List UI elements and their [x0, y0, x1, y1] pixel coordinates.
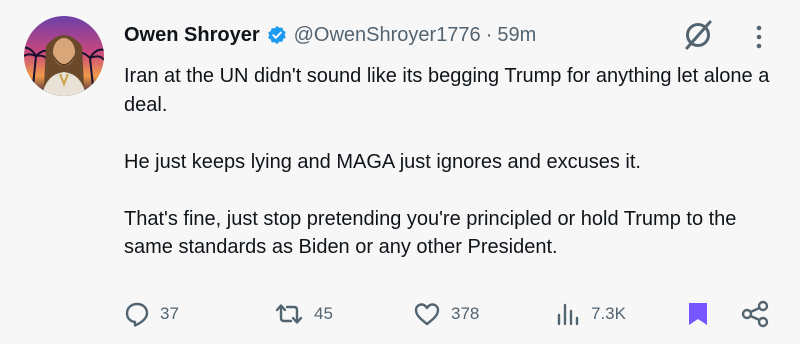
repost-button[interactable]: 45 [274, 292, 333, 336]
tweet-text: Iran at the UN didn't sound like its beg… [124, 62, 774, 262]
like-button[interactable]: 378 [413, 292, 479, 336]
views-button[interactable]: 7.3K [555, 292, 626, 336]
share-button[interactable] [740, 292, 770, 336]
like-icon [413, 301, 441, 327]
views-icon [555, 301, 581, 327]
tweet: Owen Shroyer @OwenShroyer1776 · 59m Iran… [0, 0, 800, 344]
repost-count: 45 [314, 304, 333, 323]
like-count: 378 [451, 304, 480, 323]
more-icon[interactable] [750, 22, 768, 52]
separator-dot: · [485, 23, 493, 46]
tweet-paragraph: That's fine, just stop pretending you're… [124, 207, 737, 259]
views-count: 7.3K [591, 304, 626, 323]
action-bar: 37 45 378 7.3K [0, 292, 800, 336]
tweet-header: Owen Shroyer @OwenShroyer1776 · 59m [124, 20, 536, 50]
author-handle[interactable]: @OwenShroyer1776 [294, 24, 481, 47]
reply-count: 37 [160, 304, 179, 323]
grok-icon[interactable] [681, 18, 715, 52]
verified-badge-icon [267, 25, 287, 45]
repost-icon [274, 301, 304, 327]
bookmark-button[interactable] [686, 292, 710, 336]
reply-icon [124, 301, 150, 327]
timestamp[interactable]: 59m [497, 24, 536, 47]
avatar[interactable] [24, 16, 104, 96]
reply-button[interactable]: 37 [124, 292, 179, 336]
share-icon [740, 300, 770, 328]
tweet-paragraph: Iran at the UN didn't sound like its beg… [124, 65, 770, 116]
tweet-paragraph: He just keeps lying and MAGA just ignore… [124, 150, 641, 173]
author-name[interactable]: Owen Shroyer [124, 24, 260, 47]
bookmark-icon [686, 300, 710, 328]
